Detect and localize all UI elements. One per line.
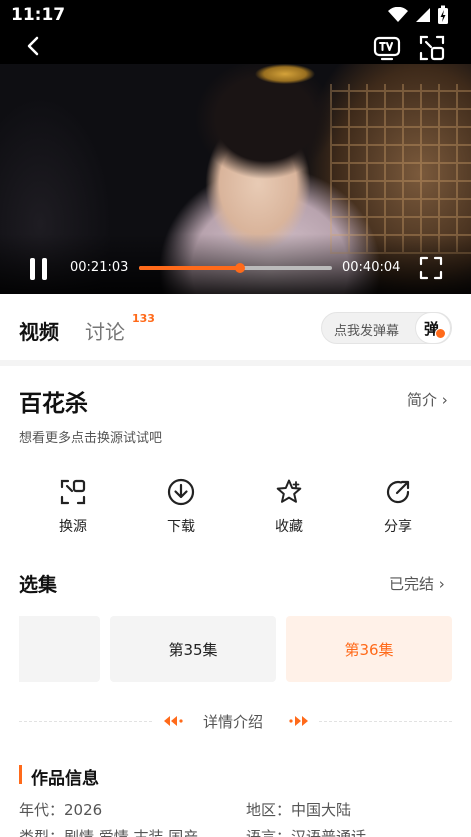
share-button[interactable]: 分享 <box>344 478 452 536</box>
info-accent-bar <box>19 765 22 784</box>
episode-card[interactable]: 第35集 <box>110 616 276 682</box>
info-language: 语言：汉语普通话 <box>246 828 367 837</box>
danmu-placeholder: 点我发弹幕 <box>334 324 400 339</box>
pause-button[interactable] <box>28 258 50 280</box>
episode-label: 第35集 <box>168 640 218 659</box>
progress-fill <box>139 266 241 270</box>
progress-bar[interactable] <box>139 263 332 273</box>
favorite-button[interactable]: 收藏 <box>235 478 343 536</box>
total-time: 00:40:04 <box>342 260 401 275</box>
switch-source-icon <box>19 478 127 506</box>
danmu-input[interactable]: 点我发弹幕 弹 <box>321 312 452 344</box>
episode-card-current[interactable]: 第36集 <box>286 616 452 682</box>
section-divider <box>0 360 471 366</box>
share-icon <box>344 478 452 506</box>
current-time: 00:21:03 <box>70 260 129 275</box>
show-title: 百花杀 <box>19 391 88 417</box>
switch-source-label: 换源 <box>59 519 87 535</box>
info-genre: 类型：剧情,爱情,古装,国产 <box>19 828 199 837</box>
back-icon[interactable] <box>22 34 46 58</box>
video-frame-headdress <box>255 64 315 84</box>
danmu-toggle-button[interactable]: 弹 <box>415 312 451 344</box>
arrows-left-icon <box>162 714 184 728</box>
discussion-count-badge: 133 <box>132 312 155 325</box>
fullscreen-icon[interactable] <box>419 256 443 280</box>
info-region: 地区：中国大陆 <box>246 801 352 819</box>
star-icon <box>235 478 343 506</box>
danmu-on-indicator <box>435 328 446 339</box>
signal-icon <box>414 7 431 23</box>
tv-cast-icon[interactable] <box>373 34 401 62</box>
switch-source-button[interactable]: 换源 <box>19 478 127 536</box>
episode-list[interactable]: 4集 第35集 第36集 <box>19 616 452 682</box>
status-time: 11:17 <box>11 5 66 25</box>
episode-label: 第36集 <box>344 640 394 659</box>
video-frame-background <box>330 84 471 254</box>
action-bar: 换源 下载 收藏 分享 <box>0 478 471 544</box>
download-icon <box>127 478 235 506</box>
episodes-status-link[interactable]: 已完结 › <box>389 573 445 594</box>
info-year: 年代：2026 <box>19 801 103 819</box>
episodes-title: 选集 <box>19 574 58 596</box>
tab-discussion[interactable]: 讨论 <box>85 316 125 345</box>
download-button[interactable]: 下载 <box>127 478 235 536</box>
intro-link[interactable]: 简介 › <box>407 389 448 410</box>
source-hint: 想看更多点击换源试试吧 <box>19 431 163 446</box>
content-tabs: 视频 讨论 133 点我发弹幕 弹 <box>0 294 471 360</box>
arrows-right-icon <box>288 714 310 728</box>
details-divider: 详情介绍 <box>19 710 452 734</box>
episode-card[interactable]: 4集 <box>19 616 100 682</box>
info-title: 作品信息 <box>31 769 99 789</box>
details-label: 详情介绍 <box>203 713 264 731</box>
download-label: 下载 <box>167 519 195 535</box>
wifi-icon <box>388 7 408 23</box>
favorite-label: 收藏 <box>275 519 303 535</box>
dashed-line <box>319 721 452 722</box>
share-label: 分享 <box>384 519 412 535</box>
status-icons <box>388 5 449 25</box>
battery-charging-icon <box>437 5 449 25</box>
tab-video[interactable]: 视频 <box>19 316 59 345</box>
screen-switch-icon[interactable] <box>418 34 446 62</box>
dashed-line <box>19 721 152 722</box>
